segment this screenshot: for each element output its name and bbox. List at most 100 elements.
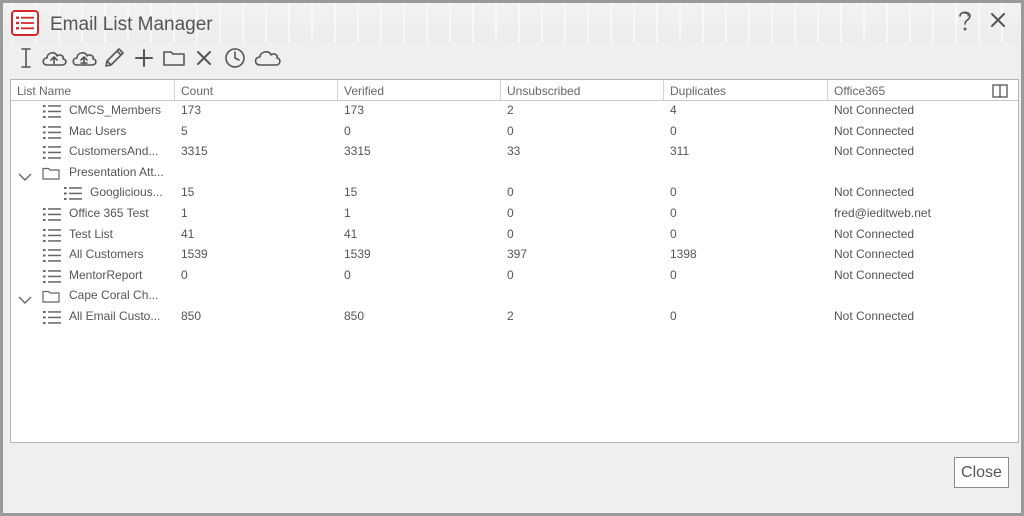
folder-icon[interactable]	[159, 44, 189, 72]
delete-x-icon[interactable]	[189, 44, 219, 72]
verified-cell	[344, 163, 499, 183]
office365-cell	[834, 286, 1014, 306]
list-icon	[43, 311, 61, 327]
column-header-duplicates[interactable]: Duplicates	[664, 80, 828, 101]
duplicates-cell: 0	[670, 309, 677, 323]
plus-icon[interactable]	[129, 44, 159, 72]
duplicates-cell: 0	[670, 267, 677, 282]
list-name-cell: CustomersAnd...	[11, 142, 175, 162]
list-name-cell: Test List	[11, 225, 175, 245]
list-name: Mac Users	[69, 123, 127, 138]
list-name-cell: MentorReport	[11, 266, 175, 286]
list-icon	[43, 228, 61, 245]
unsubscribed-cell	[507, 163, 662, 183]
pencil-icon[interactable]	[99, 44, 129, 72]
list-icon	[43, 269, 61, 286]
count-cell: 1	[181, 206, 188, 220]
duplicates-cell	[670, 163, 825, 183]
office365-cell: Not Connected	[834, 123, 915, 138]
duplicates-cell: 4	[670, 103, 677, 117]
column-header-count[interactable]: Count	[175, 80, 338, 101]
text-cursor-icon[interactable]	[13, 44, 39, 72]
unsubscribed-cell: 2	[507, 103, 514, 117]
verified-cell: 15	[344, 185, 358, 200]
list-icon	[43, 125, 61, 142]
table-row[interactable]: MentorReport 0 0 0 0 Not Connected	[11, 266, 1018, 287]
list-name: Googlicious...	[90, 185, 163, 200]
table-row[interactable]: Googlicious... 15 15 0 0 Not Connected	[11, 183, 1018, 204]
cloud-icon[interactable]	[251, 44, 283, 72]
office365-cell: Not Connected	[834, 267, 915, 282]
list-icon	[43, 249, 61, 265]
list-name: Cape Coral Ch...	[69, 288, 159, 303]
column-header-unsubscribed[interactable]: Unsubscribed	[501, 80, 664, 101]
cloud-download-icon[interactable]	[69, 44, 99, 72]
count-cell: 1539	[181, 247, 208, 262]
unsubscribed-cell: 2	[507, 309, 514, 323]
count-cell: 15	[181, 185, 195, 200]
list-name-cell: Googlicious...	[11, 183, 175, 203]
count-cell	[181, 286, 336, 306]
list-name: Office 365 Test	[69, 206, 149, 220]
verified-cell: 173	[344, 103, 365, 117]
chevron-down-icon[interactable]	[18, 292, 32, 306]
list-app-icon	[11, 10, 39, 36]
clock-icon[interactable]	[219, 44, 251, 72]
cloud-upload-icon[interactable]	[39, 44, 69, 72]
unsubscribed-cell: 0	[507, 226, 514, 241]
count-cell	[181, 163, 336, 183]
duplicates-cell: 0	[670, 206, 677, 220]
verified-cell: 1	[344, 206, 351, 220]
table-row[interactable]: Test List 41 41 0 0 Not Connected	[11, 225, 1018, 246]
list-name: CustomersAnd...	[69, 144, 159, 159]
list-name: Test List	[69, 226, 114, 241]
count-cell: 173	[181, 103, 202, 117]
list-icon	[43, 105, 61, 121]
duplicates-cell: 311	[670, 144, 690, 159]
table-row[interactable]: CMCS_Members 173 173 2 4 Not Connected	[11, 101, 1018, 122]
window-title: Email List Manager	[50, 14, 213, 35]
count-cell: 0	[181, 267, 188, 282]
table-row[interactable]: CustomersAnd... 3315 3315 33 311 Not Connecte…	[11, 142, 1018, 163]
office365-cell: Not Connected	[834, 247, 915, 262]
verified-cell: 850	[344, 309, 365, 323]
grid-header: List Name Count Verified Unsubscribed Du…	[11, 80, 1018, 101]
list-name: All Customers	[69, 247, 144, 262]
count-cell: 5	[181, 123, 188, 138]
verified-cell: 0	[344, 123, 351, 138]
verified-cell: 0	[344, 267, 351, 282]
chevron-down-icon[interactable]	[18, 169, 32, 183]
table-row[interactable]: All Customers 1539 1539 397 1398 Not Connecte…	[11, 245, 1018, 266]
list-name-cell: Office 365 Test	[11, 204, 175, 224]
unsubscribed-cell: 397	[507, 247, 528, 262]
folder-row[interactable]: Presentation Att...	[11, 163, 1018, 184]
list-name-cell: CMCS_Members	[11, 101, 175, 121]
title-bar: Email List Manager	[3, 3, 1021, 43]
close-button[interactable]: Close	[954, 457, 1009, 488]
close-icon[interactable]	[989, 11, 1007, 29]
email-lists-grid: List Name Count Verified Unsubscribed Du…	[10, 79, 1019, 443]
office365-cell	[834, 163, 1014, 183]
column-header-list-name[interactable]: List Name	[11, 80, 175, 101]
help-icon[interactable]	[955, 9, 977, 33]
list-name-cell: Mac Users	[11, 122, 175, 142]
office365-cell: Not Connected	[834, 185, 915, 200]
office365-cell: fred@ieditweb.net	[834, 206, 931, 220]
unsubscribed-cell: 0	[507, 185, 514, 200]
list-name-cell: All Customers	[11, 245, 175, 265]
count-cell: 41	[181, 226, 195, 241]
office365-cell: Not Connected	[834, 144, 915, 159]
table-row[interactable]: All Email Custo... 850 850 2 0 Not Connected	[11, 307, 1018, 328]
table-row[interactable]: Mac Users 5 0 0 0 Not Connected	[11, 122, 1018, 143]
list-icon	[64, 187, 82, 203]
column-header-office365[interactable]: Office365	[828, 80, 1018, 101]
email-list-manager-dialog: Email List Manager List Name Count Verif…	[0, 0, 1024, 516]
unsubscribed-cell	[507, 286, 662, 306]
list-icon	[43, 208, 61, 224]
column-chooser-icon[interactable]	[992, 84, 1008, 98]
unsubscribed-cell: 0	[507, 206, 514, 220]
office365-cell: Not Connected	[834, 103, 915, 117]
column-header-verified[interactable]: Verified	[338, 80, 501, 101]
table-row[interactable]: Office 365 Test 1 1 0 0 fred@ieditweb.net	[11, 204, 1018, 225]
folder-row[interactable]: Cape Coral Ch...	[11, 286, 1018, 307]
